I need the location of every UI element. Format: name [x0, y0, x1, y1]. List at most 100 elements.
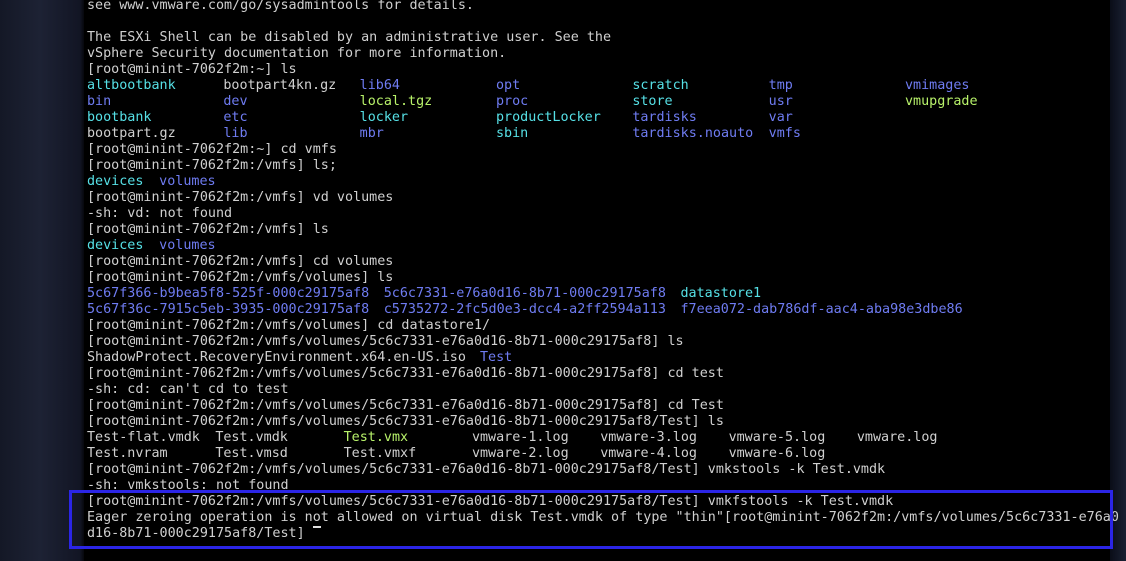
terminal-line: bootbank etc locker productLocker tardisks va…	[87, 110, 1119, 126]
terminal-line: bin dev local.tgz proc store usr vmupgrade	[87, 94, 1119, 110]
terminal-line: bootpart.gz lib mbr sbin tardisks.noauto vmfs	[87, 126, 1119, 142]
terminal-list-entry: vmware-1.log	[471, 430, 569, 445]
terminal-text: -sh: cd: can't cd to test	[87, 382, 289, 397]
terminal-output: see www.vmware.com/go/sysadmintools for …	[87, 0, 1119, 542]
terminal-list-entry: vmimages	[904, 78, 970, 93]
terminal-line: altbootbank bootpart4kn.gz lib64 opt scratch…	[87, 78, 1119, 94]
terminal-list-entry: vmware-6.log	[728, 446, 826, 461]
terminal-list-entry: bin	[87, 94, 112, 109]
terminal-line: [root@minint-7062f2m:~] ls	[87, 62, 1119, 78]
terminal-text: -sh: vmkstools: not found	[87, 478, 289, 493]
terminal-line: [root@minint-7062f2m:/vmfs/volumes/5c6c7…	[87, 366, 1119, 382]
terminal-list-entry: volumes	[159, 174, 216, 189]
terminal-text: The ESXi Shell can be disabled by an adm…	[87, 30, 612, 45]
terminal-list-entry: bootpart.gz	[87, 126, 176, 141]
terminal-text: see www.vmware.com/go/sysadmintools for …	[87, 0, 474, 13]
terminal-list-entry: 5c6c7331-e76a0d16-8b71-000c29175af8	[383, 286, 666, 301]
terminal-text: d16-8b71-000c29175af8/Test]	[87, 526, 313, 541]
terminal-text: [root@minint-7062f2m:/vmfs/volumes] ls	[87, 270, 394, 285]
terminal-list-entry: 5c67f366-b9bea5f8-525f-000c29175af8	[87, 286, 370, 301]
terminal-text: Eager zeroing operation is not allowed o…	[87, 510, 1119, 525]
terminal-list-entry: Test.vmsd	[215, 446, 288, 461]
terminal-list-entry: lib	[223, 126, 248, 141]
terminal-line: [root@minint-7062f2m:/vmfs] cd volumes	[87, 254, 1119, 270]
terminal-text: [root@minint-7062f2m:/vmfs] vd volumes	[87, 190, 394, 205]
terminal-list-entry: dev	[223, 94, 248, 109]
terminal-list-entry: bootbank	[87, 110, 152, 125]
terminal-line: d16-8b71-000c29175af8/Test]	[87, 526, 1119, 542]
terminal-text: [root@minint-7062f2m:/vmfs/volumes] cd d…	[87, 318, 491, 333]
terminal-list-entry: tmp	[768, 78, 793, 93]
terminal-line: The ESXi Shell can be disabled by an adm…	[87, 30, 1119, 46]
terminal-line: 5c67f366-b9bea5f8-525f-000c29175af8 5c6c7…	[87, 286, 1119, 302]
terminal-line: [root@minint-7062f2m:/vmfs/volumes/5c6c7…	[87, 414, 1119, 430]
terminal-line: [root@minint-7062f2m:/vmfs/volumes/5c6c7…	[87, 494, 1119, 510]
terminal-line: Test.nvram Test.vmsd Test.vmxf vmware-2.log…	[87, 446, 1119, 462]
terminal-list-entry: datastore1	[680, 286, 762, 301]
terminal-list-entry: Test	[479, 350, 513, 365]
terminal-list-entry: vmware-5.log	[728, 430, 826, 445]
terminal-text: vSphere Security documentation for more …	[87, 46, 507, 61]
terminal-text: [root@minint-7062f2m:~] ls	[87, 62, 297, 77]
terminal-text: [root@minint-7062f2m:/vmfs] cd volumes	[87, 254, 394, 269]
terminal-list-entry: vmfs	[768, 126, 801, 141]
terminal-list-entry: c5735272-2fc5d0e3-dcc4-a2ff2594a113	[383, 302, 666, 317]
terminal-list-entry: Test-flat.vmdk	[87, 430, 200, 445]
terminal-cursor	[312, 526, 321, 528]
terminal-list-entry: Test.vmx	[343, 430, 409, 445]
terminal-line: devices volumes	[87, 174, 1119, 190]
terminal-text: [root@minint-7062f2m:/vmfs/volumes/5c6c7…	[87, 398, 724, 413]
terminal-text: [root@minint-7062f2m:/vmfs/volumes/5c6c7…	[87, 334, 684, 349]
terminal-list-entry: productLocker	[495, 110, 601, 125]
terminal-list-entry: locker	[359, 110, 409, 125]
terminal-list-entry: vmware-2.log	[471, 446, 569, 461]
terminal-list-entry: ShadowProtect.RecoveryEnvironment.x64.en…	[87, 350, 466, 365]
terminal-line: ShadowProtect.RecoveryEnvironment.x64.en…	[87, 350, 1119, 366]
terminal-line: [root@minint-7062f2m:/vmfs] ls;	[87, 158, 1119, 174]
terminal-list-entry: volumes	[159, 238, 216, 253]
terminal-list-entry: tardisks	[632, 110, 697, 125]
terminal-list-entry: vmware.log	[856, 430, 938, 445]
terminal-line: -sh: cd: can't cd to test	[87, 382, 1119, 398]
terminal-text: [root@minint-7062f2m:/vmfs/volumes/5c6c7…	[87, 366, 724, 381]
terminal-line: -sh: vmkstools: not found	[87, 478, 1119, 494]
terminal-line: see www.vmware.com/go/sysadmintools for …	[87, 0, 1119, 14]
terminal-list-entry: opt	[495, 78, 521, 93]
terminal-line: vSphere Security documentation for more …	[87, 46, 1119, 62]
terminal-list-entry: vmware-3.log	[600, 430, 697, 445]
terminal-line: [root@minint-7062f2m:/vmfs/volumes/5c6c7…	[87, 334, 1119, 350]
terminal-text: [root@minint-7062f2m:/vmfs/volumes/5c6c7…	[87, 462, 886, 477]
terminal-line: 5c67f36c-7915c5eb-3935-000c29175af8 c5735…	[87, 302, 1119, 318]
terminal-line: [root@minint-7062f2m:/vmfs/volumes/5c6c7…	[87, 462, 1119, 478]
terminal-line: Eager zeroing operation is not allowed o…	[87, 510, 1119, 526]
terminal-line: Test-flat.vmdk Test.vmdk Test.vmx vmware-1.…	[87, 430, 1119, 446]
terminal-list-entry: Test.vmdk	[215, 430, 288, 445]
terminal-text: [root@minint-7062f2m:/vmfs/volumes/5c6c7…	[87, 494, 894, 509]
terminal-list-entry: vmware-4.log	[600, 446, 697, 461]
terminal-list-entry: mbr	[359, 126, 384, 141]
terminal-list-entry: var	[768, 110, 793, 125]
terminal-list-entry: devices	[87, 238, 144, 253]
terminal-list-entry: bootpart4kn.gz	[223, 78, 337, 93]
terminal-list-entry: tardisks.noauto	[632, 126, 754, 141]
terminal-list-entry: local.tgz	[359, 94, 433, 109]
terminal-list-entry: scratch	[632, 78, 689, 93]
terminal-line: [root@minint-7062f2m:/vmfs/volumes] cd d…	[87, 318, 1119, 334]
terminal-list-entry: altbootbank	[87, 78, 176, 93]
terminal-text: [root@minint-7062f2m:~] cd vmfs	[87, 142, 337, 157]
terminal-text: [root@minint-7062f2m:/vmfs] ls	[87, 222, 329, 237]
terminal-list-entry: sbin	[495, 126, 529, 141]
terminal-line: [root@minint-7062f2m:~] cd vmfs	[87, 142, 1119, 158]
terminal-line: -sh: vd: not found	[87, 206, 1119, 222]
terminal-text: -sh: vd: not found	[87, 206, 233, 221]
terminal-line: [root@minint-7062f2m:/vmfs/volumes] ls	[87, 270, 1119, 286]
terminal-list-entry: proc	[495, 94, 529, 109]
terminal-list-entry: Test.nvram	[87, 446, 168, 461]
terminal-list-entry: devices	[87, 174, 144, 189]
terminal-list-entry: lib64	[359, 78, 400, 93]
terminal-line: [root@minint-7062f2m:/vmfs/volumes/5c6c7…	[87, 398, 1119, 414]
vmware-remote-console-screen: see www.vmware.com/go/sysadmintools for …	[0, 0, 1126, 561]
terminal-list-entry: vmupgrade	[904, 94, 978, 109]
terminal-line: [root@minint-7062f2m:/vmfs] ls	[87, 222, 1119, 238]
